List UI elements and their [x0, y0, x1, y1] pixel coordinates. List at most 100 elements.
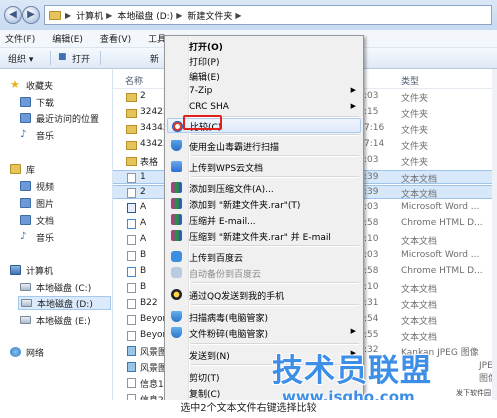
file-name: 2 — [140, 187, 146, 198]
nav-favorites[interactable]: ★ 收藏夹 — [10, 78, 53, 92]
nav-label: 计算机 — [26, 266, 54, 277]
open-icon: ■ — [58, 52, 67, 62]
toolbar-divider — [50, 51, 51, 65]
submenu-arrow-icon: ▶ — [350, 86, 356, 94]
file-name: 2 — [140, 91, 146, 101]
downloads-icon — [20, 97, 31, 107]
menu-item-rar-add[interactable]: 添加到压缩文件(A)... — [167, 180, 361, 195]
menu-item-print[interactable]: 打印(P) — [167, 53, 361, 68]
nav-drive-e[interactable]: 本地磁盘 (E:) — [20, 313, 91, 327]
file-date: :39 — [364, 171, 379, 182]
file-date: :03 — [364, 91, 379, 101]
menu-edit[interactable]: 编辑(E) — [52, 32, 83, 45]
menu-view[interactable]: 查看(V) — [100, 32, 131, 45]
menu-label: 添加到 "新建文件夹.rar"(T) — [189, 201, 301, 211]
menu-label: 扫描病毒(电脑管家) — [189, 314, 269, 324]
watermark-small: 发下软件园 — [456, 389, 491, 397]
nav-network[interactable]: 网络 — [10, 345, 44, 359]
file-date: :03 — [364, 154, 379, 165]
forward-button[interactable]: ▶ — [22, 6, 40, 24]
document-icon — [20, 215, 31, 225]
new-folder-button[interactable]: 新 — [150, 52, 159, 65]
menu-item-edit[interactable]: 编辑(E) — [167, 68, 361, 83]
pc-manager-shield-icon — [171, 327, 182, 338]
menu-item-baidu-upload[interactable]: 上传到百度云 — [167, 249, 361, 264]
image-file-icon — [127, 362, 136, 373]
word-file-icon — [127, 203, 136, 214]
menu-item-7zip[interactable]: 7-Zip ▶ — [167, 84, 361, 99]
nav-label: 下载 — [36, 98, 55, 109]
file-date: 7:14 — [364, 138, 385, 149]
text-file-icon — [127, 282, 136, 293]
breadcrumb-computer[interactable]: 计算机 — [76, 9, 103, 22]
file-date: :55 — [364, 329, 379, 340]
back-button[interactable]: ◀ — [4, 6, 22, 24]
open-button[interactable]: 打开 — [72, 52, 90, 65]
organize-button[interactable]: 组织 ▾ — [8, 52, 33, 65]
nav-music-favorite[interactable]: ♪ 音乐 — [20, 128, 54, 142]
nav-label: 最近访问的位置 — [36, 114, 100, 125]
nav-music[interactable]: ♪ 音乐 — [20, 230, 54, 244]
address-bar: ◀ ▶ ▶ 计算机 ▶ 本地磁盘 (D:) ▶ 新建文件夹 ▶ — [0, 0, 497, 31]
video-icon — [20, 181, 31, 191]
file-date: :39 — [364, 187, 379, 198]
menu-label: CRC SHA — [189, 102, 229, 112]
file-type: 文件夹 — [401, 157, 429, 168]
nav-drive-c[interactable]: 本地磁盘 (C:) — [20, 280, 91, 294]
menu-item-rar-email[interactable]: 压缩并 E-mail... — [167, 212, 361, 227]
file-name: A — [140, 234, 147, 245]
menu-label: 发送到(N) — [189, 352, 230, 362]
winrar-icon — [171, 214, 182, 225]
folder-icon — [126, 124, 137, 134]
nav-libraries[interactable]: 库 — [10, 162, 35, 176]
breadcrumb-drive-d[interactable]: 本地磁盘 (D:) — [117, 9, 173, 22]
nav-label: 视频 — [36, 182, 55, 193]
nav-computer[interactable]: 计算机 — [10, 263, 53, 277]
column-name[interactable]: 名称 — [125, 74, 143, 87]
nav-recent[interactable]: 最近访问的位置 — [20, 111, 99, 125]
vertical-scrollbar[interactable] — [492, 69, 497, 400]
menu-label: 文件粉碎(电脑管家) — [189, 330, 269, 340]
file-type: 文本文档 — [401, 174, 438, 185]
file-name: A — [140, 202, 147, 213]
file-type: 文本文档 — [401, 300, 438, 311]
nav-downloads[interactable]: 下载 — [20, 95, 54, 109]
nav-drive-d[interactable]: 本地磁盘 (D:) — [18, 296, 111, 310]
drive-icon — [20, 283, 31, 291]
menu-separator — [191, 245, 359, 247]
nav-documents[interactable]: 文档 — [20, 213, 54, 227]
menu-file[interactable]: 文件(F) — [5, 32, 35, 45]
chevron-right-icon: ▶ — [106, 10, 113, 20]
menu-item-rar-add-named[interactable]: 添加到 "新建文件夹.rar"(T) — [167, 196, 361, 211]
breadcrumb-new-folder[interactable]: 新建文件夹 — [187, 9, 232, 22]
nav-videos[interactable]: 视频 — [20, 179, 54, 193]
menu-item-rar-email-named[interactable]: 压缩到 "新建文件夹.rar" 并 E-mail — [167, 228, 361, 243]
file-name: 表格 — [140, 157, 159, 168]
winrar-icon — [171, 198, 182, 209]
file-name: 信息2 — [140, 393, 164, 400]
file-name: A — [140, 218, 147, 229]
qq-icon — [171, 289, 182, 300]
menu-item-guard-scan[interactable]: 扫描病毒(电脑管家) — [167, 309, 361, 324]
context-menu: 打开(O) 打印(P) 编辑(E) 7-Zip ▶ CRC SHA ▶ 比较(C… — [164, 35, 364, 402]
file-date: :31 — [364, 297, 379, 308]
nav-pictures[interactable]: 图片 — [20, 196, 54, 210]
menu-separator — [191, 155, 359, 157]
menu-item-qq-send[interactable]: 通过QQ发送到我的手机 — [167, 287, 361, 302]
menu-label: 打开(O) — [189, 43, 223, 53]
column-type[interactable]: 类型 — [401, 74, 419, 87]
menu-item-wps-upload[interactable]: 上传到WPS云文档 — [167, 159, 361, 174]
nav-label: 本地磁盘 (E:) — [36, 316, 91, 327]
file-date: :03 — [364, 202, 379, 213]
menu-item-guard-shred[interactable]: 文件粉碎(电脑管家) ▶ — [167, 325, 361, 340]
file-type: Microsoft Word ... — [401, 202, 480, 213]
file-type: 文本文档 — [401, 284, 438, 295]
nav-label: 库 — [26, 165, 36, 176]
menu-item-crc-sha[interactable]: CRC SHA ▶ — [167, 100, 361, 115]
file-date: :54 — [364, 313, 379, 324]
menu-item-open[interactable]: 打开(O) — [167, 38, 361, 53]
winrar-icon — [171, 230, 182, 241]
menu-item-jinshan-scan[interactable]: 使用金山毒霸进行扫描 — [167, 138, 361, 153]
address-field[interactable]: ▶ 计算机 ▶ 本地磁盘 (D:) ▶ 新建文件夹 ▶ — [44, 5, 492, 25]
menu-label: 复制(C) — [189, 390, 221, 400]
